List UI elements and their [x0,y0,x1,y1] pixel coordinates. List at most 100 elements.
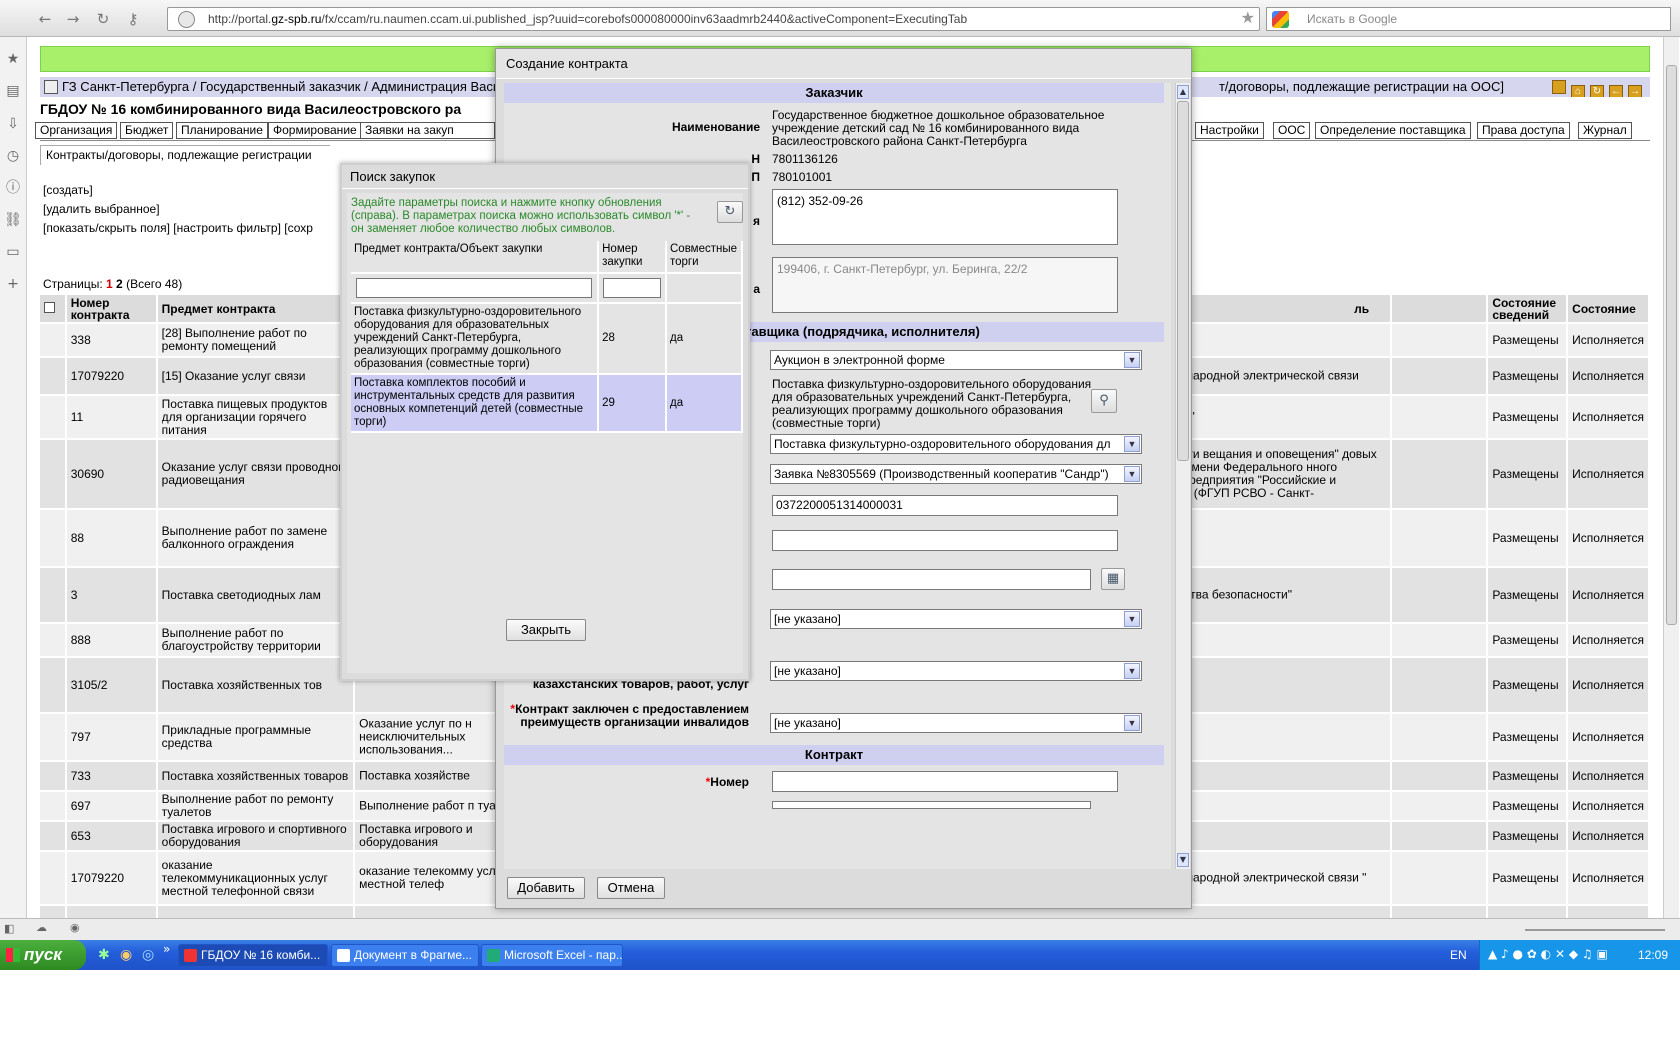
col-subject[interactable]: Предмет контракта/Объект закупки [351,241,600,274]
chevron-down-icon[interactable]: ▼ [1124,436,1140,452]
cloud-icon[interactable]: ☁ [36,921,47,934]
number-filter-input[interactable] [603,278,661,298]
task-opera[interactable]: ГБДОУ № 16 комби... [178,944,328,967]
notice-number-input[interactable]: 0372200051314000031 [772,495,1118,516]
page-scrollbar-thumb[interactable] [1666,65,1677,625]
application-select[interactable]: Заявка №8305569 (Производственный коопер… [770,464,1142,484]
phone-textarea[interactable]: (812) 352-09-26 [772,189,1118,245]
scroll-up-icon[interactable]: ▲ [1177,85,1189,99]
method-select[interactable]: Аукцион в электронной форме ▼ [770,350,1142,370]
column-header-subject[interactable]: Предмет контракта [156,295,356,324]
google-search-box[interactable]: Искать в Google [1266,7,1671,31]
select-all-checkbox[interactable] [44,302,55,313]
chevron-down-icon[interactable]: ▼ [1124,663,1140,679]
site-info-icon[interactable] [178,11,195,28]
add-panel-icon[interactable]: + [4,275,22,293]
links-icon[interactable]: ⛓ [4,211,22,229]
chevron-down-icon[interactable]: ▼ [1124,611,1140,627]
dialog-scrollbar-thumb[interactable] [1177,101,1189,461]
notes-icon[interactable]: ▤ [4,82,22,100]
bookmark-star-icon[interactable]: ★ [1241,8,1255,30]
tab-journal[interactable]: Журнал [1578,122,1632,139]
empty-input-1[interactable] [772,530,1118,551]
info-icon[interactable]: ⓘ [4,179,22,197]
arrow-right-icon[interactable]: → [1628,85,1642,97]
clock[interactable]: 12:09 [1638,940,1668,970]
panel-toggle-icon[interactable]: ◧ [4,922,14,935]
bookmarks-icon[interactable]: ★ [4,50,22,68]
chevron-down-icon[interactable]: ▼ [1124,466,1140,482]
quicklaunch-icon[interactable]: ✱ [98,947,110,963]
tab-supplier-definition[interactable]: Определение поставщика [1315,122,1471,139]
tab-settings[interactable]: Настройки [1195,122,1264,139]
history-icon[interactable]: ◷ [4,147,22,165]
date-input[interactable] [772,569,1091,590]
scroll-down-icon[interactable]: ▼ [1177,853,1189,867]
cancel-button[interactable]: Отмена [597,877,665,899]
refresh-search-button[interactable]: ↻ [717,201,743,223]
delete-selected-link[interactable]: [удалить выбранное] [43,202,160,216]
calendar-icon[interactable]: ▦ [1101,568,1125,590]
tab-forming[interactable]: Формирование [268,122,362,139]
search-popup-title[interactable]: Поиск закупок [342,165,748,189]
create-link[interactable]: [создать] [43,183,93,197]
add-button[interactable]: Добавить [507,877,585,899]
chrome-icon[interactable]: ◉ [120,947,132,963]
tab-budget[interactable]: Бюджет [120,122,174,139]
address-textarea[interactable]: 199406, г. Санкт-Петербург, ул. Беринга,… [772,257,1118,313]
tray-icons[interactable]: ▲ ♪ ● ✿ ◐ ✕ ◆ ♫ ▣ [1488,947,1608,961]
not-specified-select-2[interactable]: [не указано] ▼ [770,661,1142,681]
column-header-number[interactable]: Номер контракта [65,295,158,324]
subtab-contracts[interactable]: Контракты/договоры, подлежащие регистрац… [40,145,330,165]
tab-oos[interactable]: ООС [1273,122,1311,139]
next-input[interactable] [772,801,1091,809]
search-result-row[interactable]: Поставка физкультурно-оздоровительного о… [351,303,743,375]
arrow-left-icon[interactable]: ← [1609,85,1623,97]
search-purchase-button[interactable]: ⚲ [1091,389,1117,413]
page-scrollbar[interactable] [1663,37,1679,918]
breadcrumb-text[interactable]: ГЗ Санкт-Петербурга / Государственный за… [62,79,500,94]
home-icon[interactable]: ⌂ [1571,85,1585,97]
ie-icon[interactable]: ◎ [142,947,154,963]
fields-filter-links[interactable]: [показать/скрыть поля] [настроить фильтр… [43,221,313,235]
panel-icon[interactable]: ▭ [4,243,22,261]
downloads-icon[interactable]: ⇩ [4,115,22,133]
chevron-down-icon[interactable]: ▼ [1124,715,1140,731]
forward-icon[interactable]: → [63,9,83,29]
pager-page-1[interactable]: 1 [106,277,113,291]
tab-planning[interactable]: Планирование [176,122,268,139]
tab-access-rights[interactable]: Права доступа [1477,122,1570,139]
url-bar[interactable]: http://portal.gz-spb.ru/fx/ccam/ru.naume… [167,7,1260,31]
key-icon[interactable]: ⚷ [123,9,143,29]
section-customer: Заказчик [504,83,1164,103]
dialog-title[interactable]: Создание контракта [496,49,1191,79]
not-specified-select-1[interactable]: [не указано] ▼ [770,609,1142,629]
more-icon[interactable]: » [163,942,170,956]
back-icon[interactable]: ← [35,9,55,29]
search-result-row-selected[interactable]: Поставка комплектов пособий и инструмент… [351,374,743,433]
tab-purchase-requests[interactable]: Заявки на закуп [360,122,495,139]
task-document[interactable]: Документ в Фрагме... [331,944,479,967]
zoom-slider[interactable] [1525,929,1665,931]
cell-number-text: 888 [70,633,91,647]
tab-organization[interactable]: Организация [35,122,118,139]
refresh-icon[interactable]: ↻ [1590,85,1604,97]
close-button[interactable]: Закрыть [506,619,586,641]
pager-page-2[interactable]: 2 [116,277,123,291]
reload-icon[interactable]: ↻ [93,9,113,29]
col-number[interactable]: Номер закупки [598,241,667,274]
not-specified-select-3[interactable]: [не указано] ▼ [770,713,1142,733]
column-header-info-state[interactable]: Состояние сведений [1487,295,1569,324]
subject-filter-input[interactable] [356,278,593,298]
dialog-scrollbar[interactable]: ▲ ▼ [1175,83,1190,869]
lot-select[interactable]: Поставка физкультурно-оздоровительного о… [770,434,1142,454]
column-header-state[interactable]: Состояние [1567,295,1650,324]
start-button[interactable]: пуск [0,940,86,970]
contract-number-input[interactable] [772,771,1118,792]
col-joint[interactable]: Совместные торги [666,241,743,274]
task-excel[interactable]: Microsoft Excel - пар... [481,944,623,967]
folder-open-icon[interactable] [1552,80,1566,94]
language-indicator[interactable]: EN [1450,940,1467,970]
chevron-down-icon[interactable]: ▼ [1124,352,1140,368]
speed-dial-icon[interactable]: ◉ [70,921,80,934]
